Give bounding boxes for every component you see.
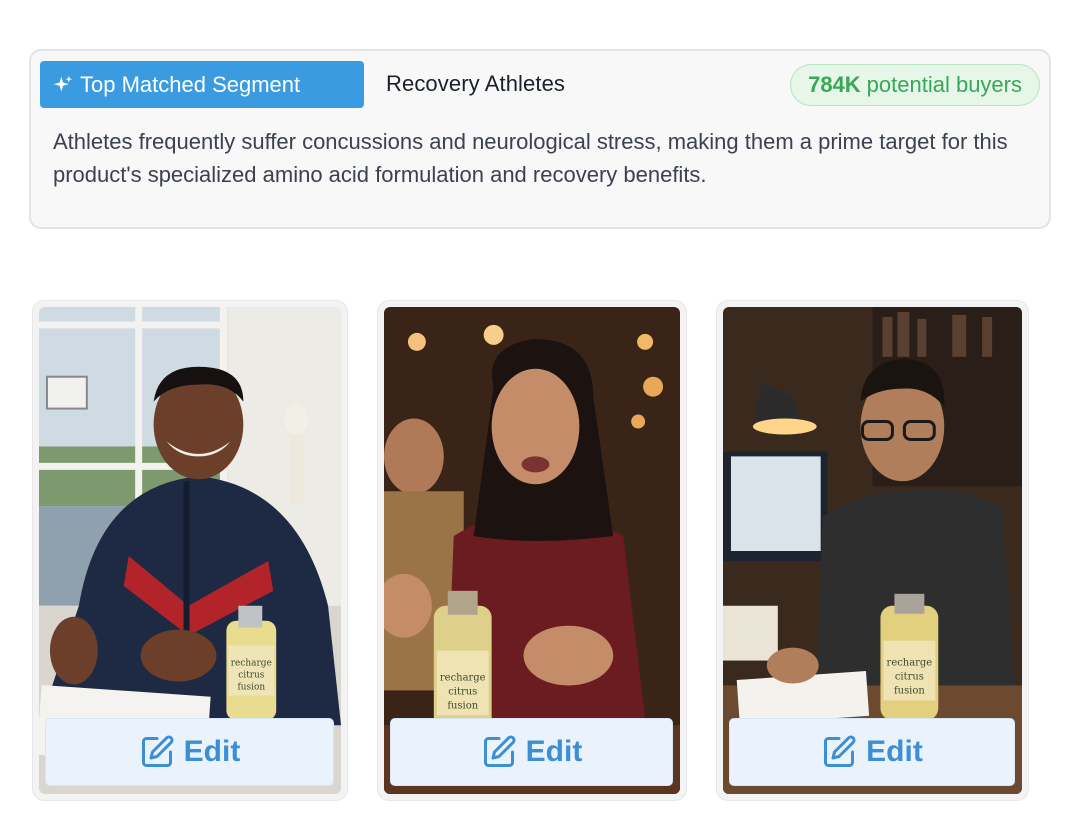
edit-icon [483,735,516,767]
svg-text:citrus: citrus [895,671,924,682]
svg-text:fusion: fusion [237,682,265,692]
potential-buyers-badge: 784K potential buyers [790,64,1040,106]
edit-icon [141,735,174,767]
svg-text:recharge: recharge [887,658,933,669]
image-card-3[interactable]: recharge citrus fusion Edit [716,300,1029,801]
edit-label: Edit [525,735,583,768]
segment-description: Athletes frequently suffer concussions a… [53,129,1008,187]
segment-card: Top Matched Segment Recovery Athletes 78… [29,49,1051,229]
svg-text:citrus: citrus [448,686,477,697]
svg-text:citrus: citrus [238,670,265,680]
edit-button[interactable]: Edit [45,718,334,786]
generated-image-2: recharge citrus fusion Edit [384,307,680,794]
edit-label: Edit [183,735,241,768]
svg-text:recharge: recharge [440,672,486,683]
edit-icon [824,735,856,767]
edit-button[interactable]: Edit [729,718,1015,786]
segment-name: Recovery Athletes [386,71,566,96]
svg-text:fusion: fusion [447,700,478,711]
generated-image-3: recharge citrus fusion Edit [723,307,1022,794]
edit-label: Edit [866,735,923,768]
image-card-1[interactable]: recharge citrus fusion Edit [32,300,348,801]
generated-image-1: recharge citrus fusion Edit [39,307,341,794]
svg-text:fusion: fusion [894,685,925,696]
segment-badge-label: Top Matched Segment [80,71,301,97]
buyers-label: potential buyers [866,72,1022,97]
top-matched-segment-badge: Top Matched Segment [40,61,364,108]
edit-button[interactable]: Edit [390,718,673,786]
sparkle-icon [53,75,73,92]
image-card-2[interactable]: recharge citrus fusion Edit [377,300,687,801]
buyers-count: 784K [808,72,861,97]
svg-text:recharge: recharge [231,659,272,669]
